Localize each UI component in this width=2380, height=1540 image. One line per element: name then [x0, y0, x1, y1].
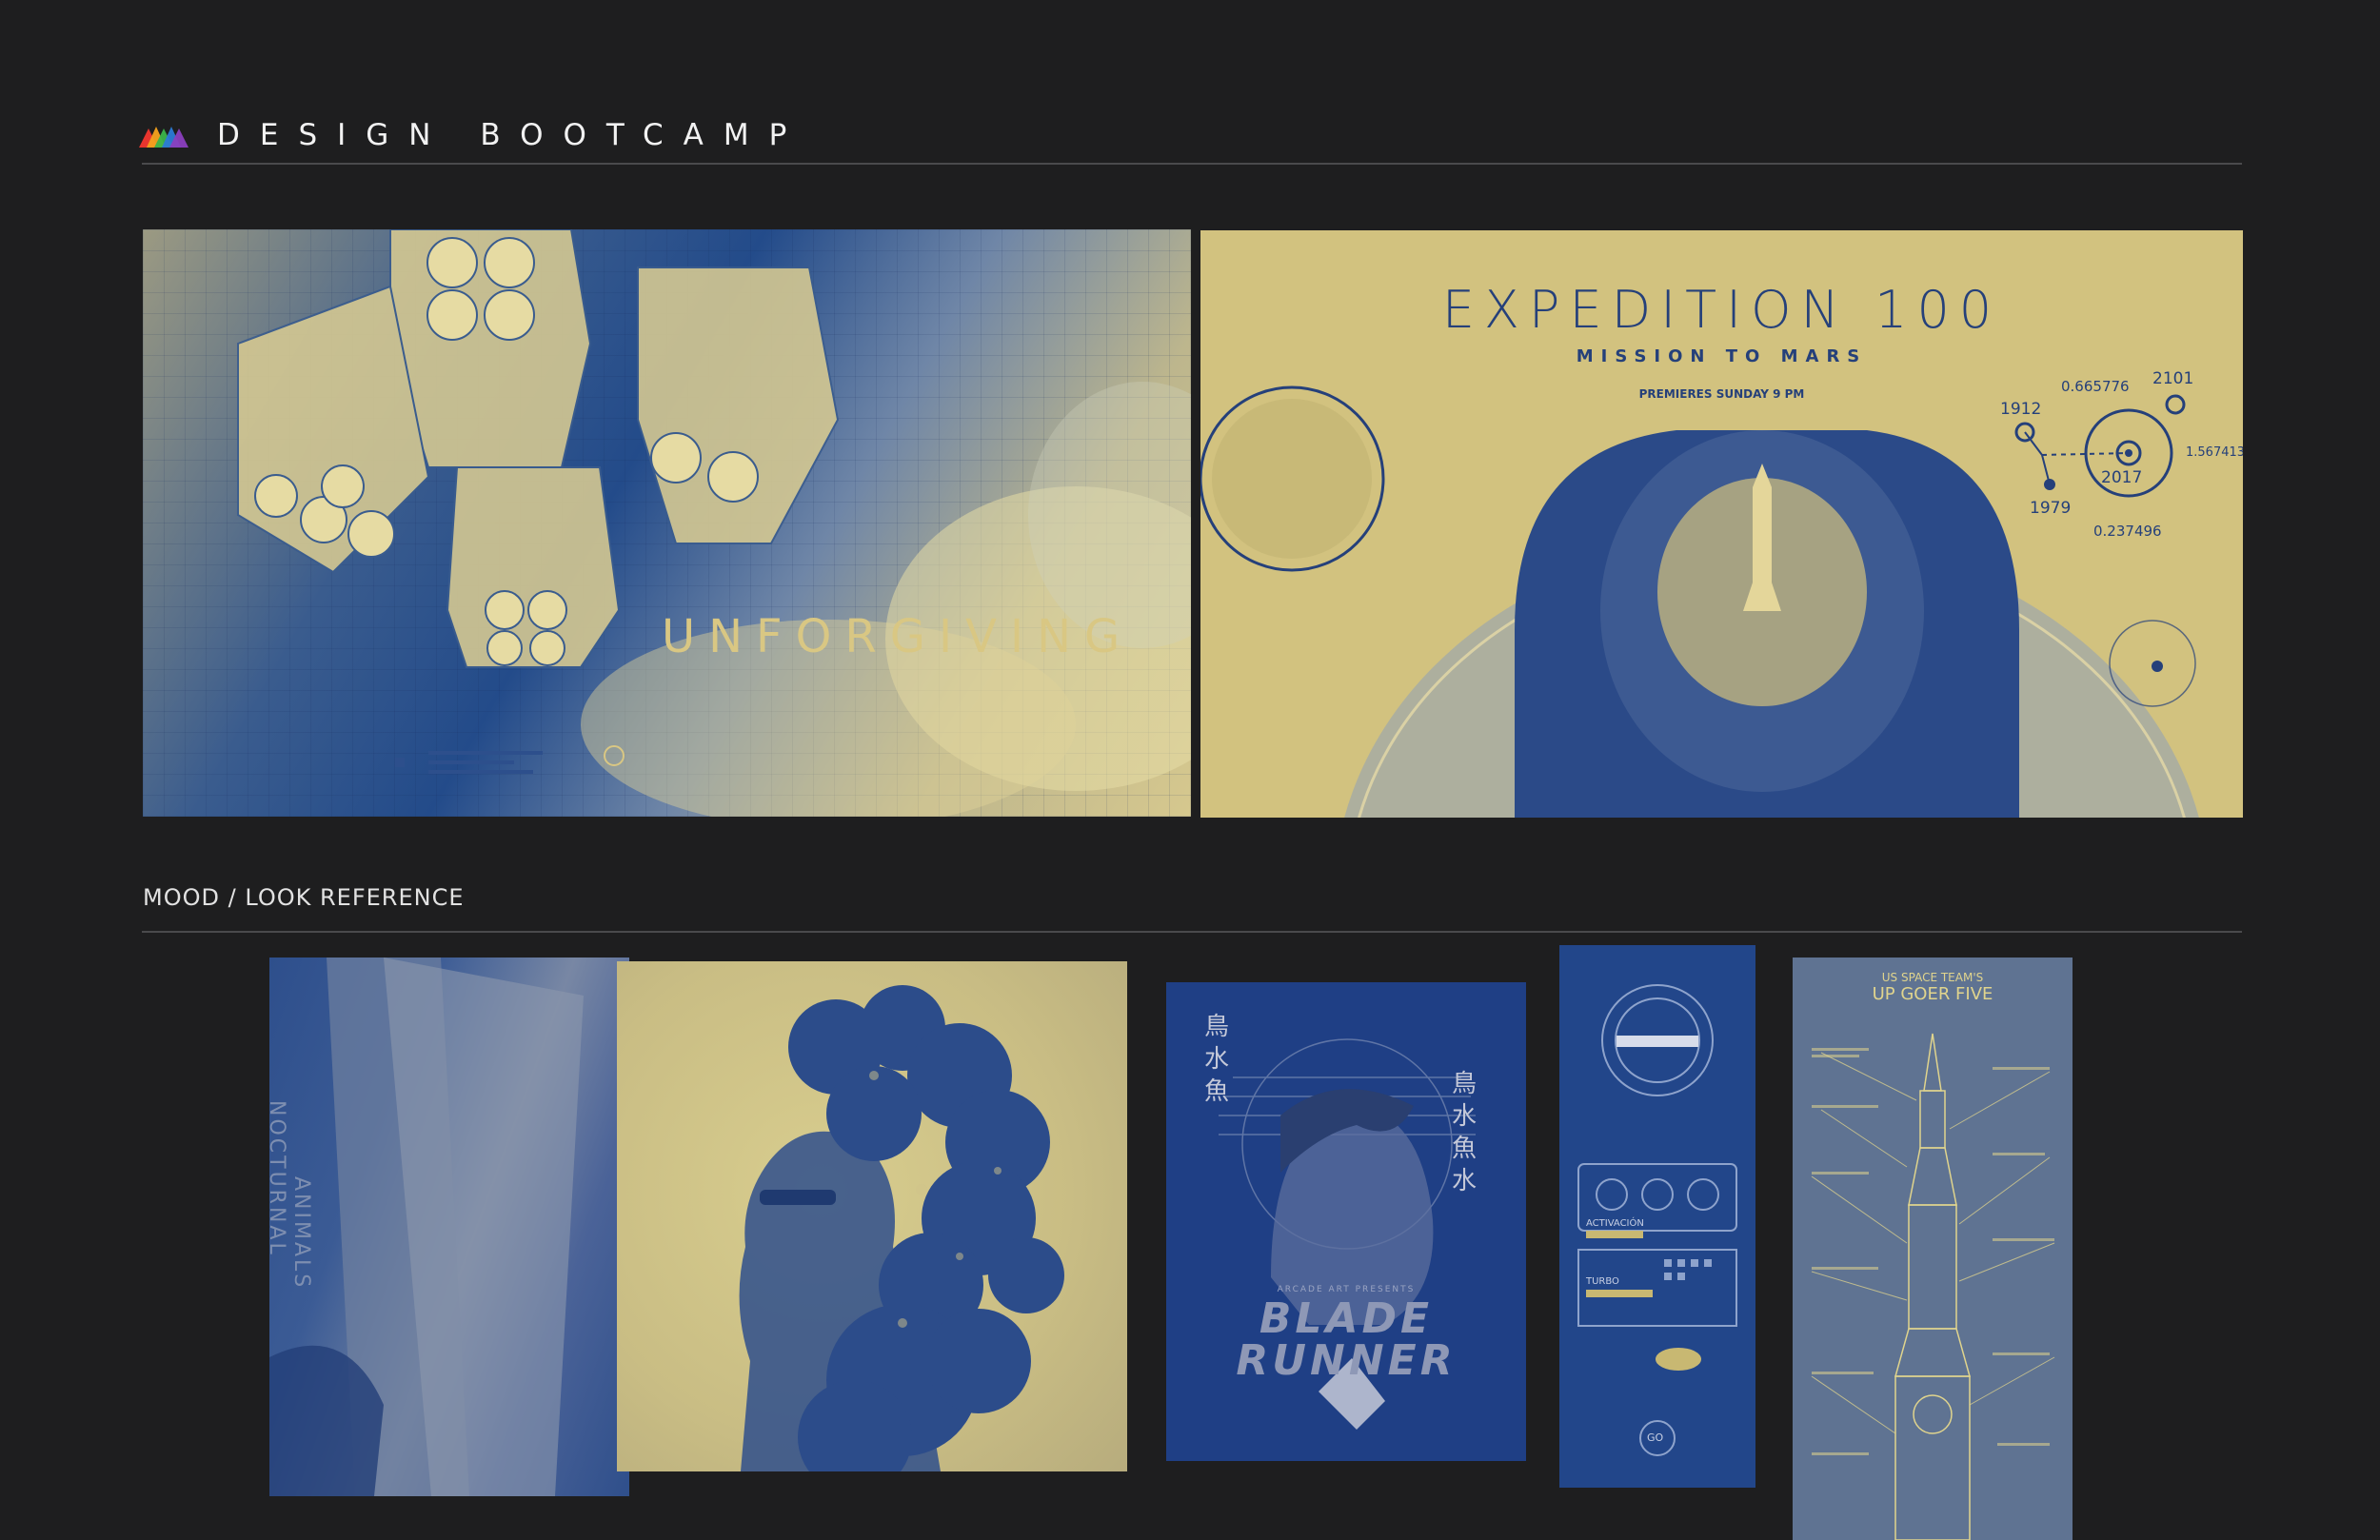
orbit-label: 2017 — [2101, 468, 2143, 487]
hero-subtitle: MISSION TO MARS — [1576, 346, 1868, 366]
poster-presents: ARCADE ART PRESENTS — [1277, 1285, 1416, 1294]
tree-head-portrait-image — [739, 985, 1064, 1471]
mood-nocturnal-animals[interactable]: NOCTURNAL ANIMALS — [269, 958, 629, 1496]
hero-expedition-frame[interactable]: EXPEDITION 100 MISSION TO MARS PREMIERES… — [1200, 230, 2243, 818]
rocket-illustration — [237, 229, 1191, 817]
kanji-char: 水 — [1452, 1167, 1478, 1195]
rocket-blueprint-drawing — [1811, 1033, 2055, 1540]
section-title: MOOD / LOOK REFERENCE — [143, 884, 465, 911]
hud-go-button-label: GO — [1647, 1431, 1664, 1444]
mood-tree-portrait[interactable] — [617, 961, 1127, 1471]
hud-label: TURBO — [1586, 1276, 1619, 1287]
orbit-label: 1.567413 — [2186, 445, 2243, 460]
orbit-label: 0.665776 — [2061, 378, 2130, 395]
hero-unforgiving-frame[interactable]: UNFORGIVING — [143, 229, 1191, 817]
poster-title: RUNNER — [1236, 1336, 1457, 1385]
hero-headline: UNFORGIVING — [662, 610, 1134, 663]
orbit-label: 1979 — [2030, 499, 2072, 518]
poster-title: ANIMALS — [289, 1176, 313, 1291]
book-pages-image — [269, 958, 584, 1496]
kanji-column-right: 鳥 水 魚 水 — [1452, 1068, 1477, 1197]
kanji-char: 鳥 — [1452, 1070, 1478, 1098]
section-divider — [142, 931, 2242, 933]
orbit-label: 2101 — [2152, 369, 2194, 388]
kanji-char: 鳥 — [1204, 1013, 1230, 1041]
kanji-char: 水 — [1452, 1102, 1478, 1131]
brand-header: DESIGN BOOTCAMP — [139, 118, 806, 152]
brand-title: DESIGN BOOTCAMP — [217, 118, 807, 152]
header-divider — [142, 163, 2242, 165]
mood-blade-runner[interactable]: 鳥 水 魚 鳥 水 魚 水 ARCADE ART PRESENTS BLADE … — [1166, 982, 1526, 1461]
mood-hud-dashboard[interactable]: ACTIVACIÓN TURBO GO — [1559, 945, 1755, 1488]
kanji-column-left: 鳥 水 魚 — [1204, 1011, 1229, 1108]
orbit-label: 1912 — [2000, 400, 2042, 419]
rainbow-mountain-logo-icon — [139, 127, 188, 148]
poster-title: NOCTURNAL — [269, 1100, 288, 1257]
hud-graphics — [1577, 984, 1737, 1456]
mood-blueprint-rocket[interactable]: US SPACE TEAM'S UP GOER FIVE — [1793, 958, 2073, 1540]
kanji-char: 魚 — [1204, 1077, 1230, 1106]
hud-label: ACTIVACIÓN — [1586, 1218, 1644, 1229]
kanji-char: 水 — [1204, 1045, 1230, 1074]
kanji-char: 魚 — [1452, 1135, 1478, 1163]
hero-title: EXPEDITION 100 — [1441, 280, 2002, 340]
orbit-label: 0.237496 — [2093, 523, 2162, 540]
